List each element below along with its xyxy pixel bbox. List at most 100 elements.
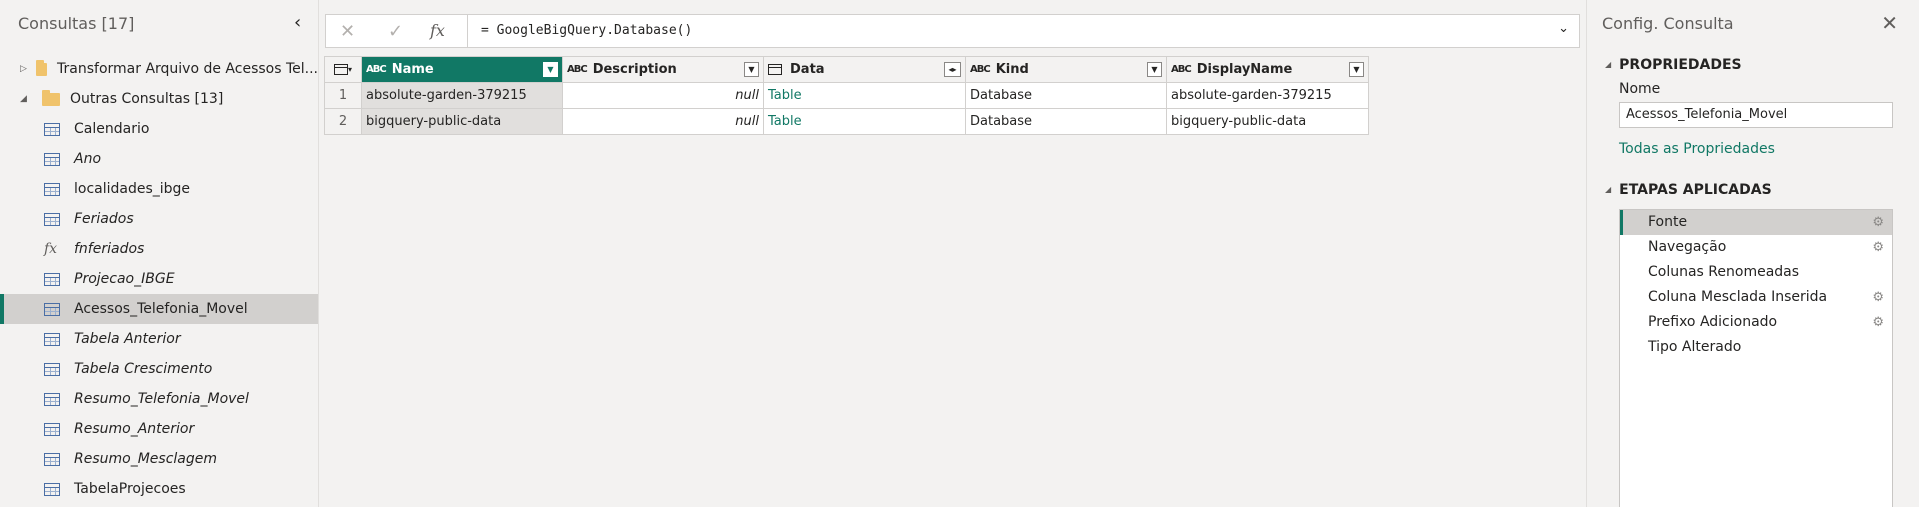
query-item[interactable]: Resumo_Mesclagem	[0, 444, 318, 474]
properties-header-label: PROPRIEDADES	[1619, 57, 1742, 73]
gear-icon[interactable]: ⚙	[1872, 235, 1884, 260]
table-menu-button[interactable]: ▾	[324, 56, 362, 83]
collapse-pane-icon[interactable]: ‹	[294, 14, 301, 32]
cell-description[interactable]: null	[562, 108, 764, 135]
cell-name[interactable]: bigquery-public-data	[361, 108, 563, 135]
query-item[interactable]: Projecao_IBGE	[0, 264, 318, 294]
row-number[interactable]: 2	[324, 108, 362, 135]
queries-title: Consultas [17]	[18, 14, 135, 33]
query-item[interactable]: Feriados	[0, 204, 318, 234]
cancel-formula-icon[interactable]: ✕	[340, 21, 355, 42]
name-label: Nome	[1619, 81, 1661, 97]
collapse-triangle-icon[interactable]: ◢	[1605, 185, 1611, 194]
applied-steps-header-label: ETAPAS APLICADAS	[1619, 182, 1772, 198]
column-header-displayname[interactable]: ABC DisplayName ▼	[1166, 56, 1369, 83]
column-header-data[interactable]: Data ◂▸	[763, 56, 966, 83]
step-label: Prefixo Adicionado	[1648, 314, 1778, 330]
table-icon	[44, 272, 60, 286]
close-icon[interactable]: ✕	[1881, 11, 1898, 35]
applied-step[interactable]: Colunas Renomeadas	[1620, 260, 1892, 285]
chevron-right-icon[interactable]: ▷	[20, 64, 28, 74]
gear-icon[interactable]: ⚙	[1872, 310, 1884, 335]
column-header-name[interactable]: ABC Name ▼	[361, 56, 563, 83]
cell-description[interactable]: null	[562, 82, 764, 109]
query-label: Tabela Crescimento	[74, 361, 213, 377]
all-properties-link[interactable]: Todas as Propriedades	[1619, 141, 1775, 157]
applied-step[interactable]: Prefixo Adicionado ⚙	[1620, 310, 1892, 335]
cell-displayname[interactable]: bigquery-public-data	[1166, 108, 1369, 135]
applied-step[interactable]: Tipo Alterado	[1620, 335, 1892, 360]
column-header-kind[interactable]: ABC Kind ▼	[965, 56, 1167, 83]
table-icon	[44, 152, 60, 166]
commit-formula-icon[interactable]: ✓	[388, 21, 403, 42]
cell-kind[interactable]: Database	[965, 82, 1167, 109]
table-icon	[44, 482, 60, 496]
cell-kind[interactable]: Database	[965, 108, 1167, 135]
settings-title: Config. Consulta	[1602, 14, 1734, 33]
applied-steps-header[interactable]: ◢ ETAPAS APLICADAS	[1605, 182, 1772, 198]
query-item[interactable]: Resumo_Anterior	[0, 414, 318, 444]
table-row: 2 bigquery-public-data null Table Databa…	[324, 108, 1369, 135]
filter-dropdown-icon[interactable]: ▼	[744, 62, 759, 77]
query-label: TabelaProjecoes	[74, 481, 186, 497]
cell-name[interactable]: absolute-garden-379215	[361, 82, 563, 109]
table-icon	[44, 362, 60, 376]
group-transformar-arquivo[interactable]: ▷ Transformar Arquivo de Acessos Tel...	[0, 54, 318, 84]
query-label: Ano	[74, 151, 102, 167]
text-type-icon[interactable]: ABC	[366, 64, 387, 75]
chevron-down-icon[interactable]: ◢	[20, 94, 34, 104]
query-label: localidades_ibge	[74, 181, 191, 197]
query-label: Projecao_IBGE	[74, 271, 175, 287]
query-item[interactable]: Acessos_Telefonia_Movel	[0, 294, 318, 324]
table-type-icon[interactable]	[768, 64, 782, 75]
query-item[interactable]: localidades_ibge	[0, 174, 318, 204]
cell-data-link[interactable]: Table	[763, 108, 966, 135]
query-label: Resumo_Telefonia_Movel	[74, 391, 249, 407]
folder-icon	[42, 89, 60, 106]
query-item[interactable]: Tabela Anterior	[0, 324, 318, 354]
formula-input[interactable]: = GoogleBigQuery.Database()	[481, 15, 1541, 47]
table-icon	[44, 182, 60, 196]
text-type-icon[interactable]: ABC	[567, 64, 588, 75]
query-item[interactable]: Tabela Crescimento	[0, 354, 318, 384]
gear-icon[interactable]: ⚙	[1872, 285, 1884, 310]
query-label: Acessos_Telefonia_Movel	[74, 301, 248, 317]
table-icon	[44, 452, 60, 466]
expand-column-icon[interactable]: ◂▸	[944, 62, 961, 77]
text-type-icon[interactable]: ABC	[1171, 64, 1192, 75]
gear-icon[interactable]: ⚙	[1872, 210, 1884, 235]
group-outras-consultas[interactable]: ◢ Outras Consultas [13]	[0, 84, 318, 114]
cell-displayname[interactable]: absolute-garden-379215	[1166, 82, 1369, 109]
applied-step[interactable]: Coluna Mesclada Inserida ⚙	[1620, 285, 1892, 310]
step-label: Tipo Alterado	[1648, 339, 1742, 355]
column-header-label: Data	[790, 62, 825, 77]
folder-icon	[36, 59, 48, 76]
data-grid: ▾ ABC Name ▼ ABC Description ▼ Data ◂▸ A…	[324, 56, 1369, 135]
query-item[interactable]: fx fnferiados	[0, 234, 318, 264]
query-item[interactable]: Resumo_Telefonia_Movel	[0, 384, 318, 414]
column-header-description[interactable]: ABC Description ▼	[562, 56, 764, 83]
table-icon	[44, 392, 60, 406]
applied-step[interactable]: Navegação ⚙	[1620, 235, 1892, 260]
filter-dropdown-icon[interactable]: ▼	[1349, 62, 1364, 77]
query-item[interactable]: Calendario	[0, 114, 318, 144]
text-type-icon[interactable]: ABC	[970, 64, 991, 75]
query-label: fnferiados	[74, 241, 145, 257]
filter-dropdown-icon[interactable]: ▼	[1147, 62, 1162, 77]
query-item[interactable]: Ano	[0, 144, 318, 174]
table-menu-icon	[333, 64, 348, 75]
properties-header[interactable]: ◢ PROPRIEDADES	[1605, 57, 1742, 73]
table-icon	[44, 122, 60, 136]
fx-icon[interactable]: fx	[430, 21, 445, 40]
query-label: Resumo_Mesclagem	[74, 451, 218, 467]
chevron-down-icon[interactable]: ⌄	[1558, 21, 1569, 36]
row-number[interactable]: 1	[324, 82, 362, 109]
group-label: Transformar Arquivo de Acessos Tel...	[57, 61, 318, 77]
collapse-triangle-icon[interactable]: ◢	[1605, 60, 1611, 69]
filter-dropdown-icon[interactable]: ▼	[543, 62, 558, 77]
cell-data-link[interactable]: Table	[763, 82, 966, 109]
formula-bar: ✕ ✓ fx = GoogleBigQuery.Database() ⌄	[325, 14, 1580, 48]
query-name-field[interactable]: Acessos_Telefonia_Movel	[1619, 102, 1893, 128]
query-item[interactable]: TabelaProjecoes	[0, 474, 318, 504]
applied-step[interactable]: Fonte ⚙	[1620, 210, 1892, 235]
